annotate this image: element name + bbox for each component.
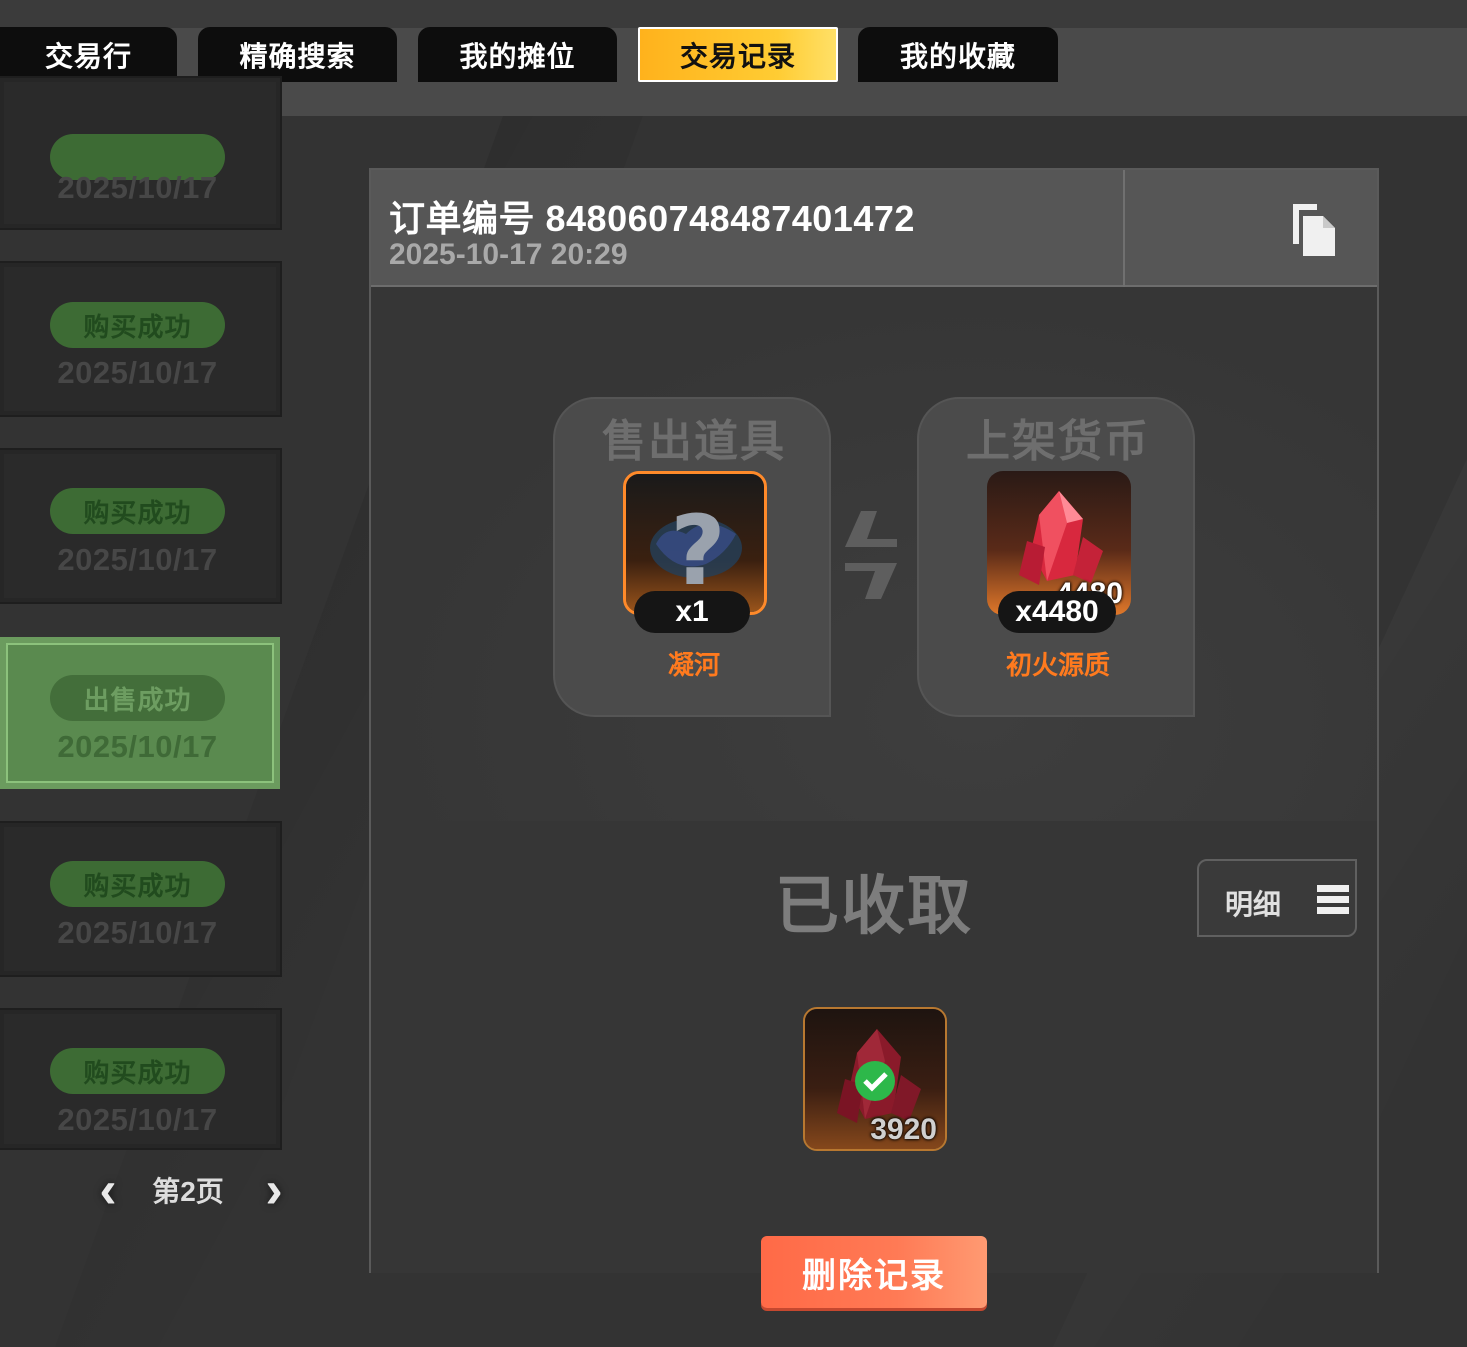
page-label: 第2页 xyxy=(152,1176,224,1207)
listed-currency-name: 初火源质 xyxy=(1005,650,1110,680)
sold-item-quantity: x1 xyxy=(634,591,750,633)
record-date: 2025/10/17 xyxy=(57,355,218,390)
order-number: 订单编号 848060748487401472 xyxy=(389,198,915,239)
order-header: 订单编号 848060748487401472 2025-10-17 20:29 xyxy=(371,170,1377,287)
details-label: 明细 xyxy=(1225,889,1282,920)
chevron-left-icon[interactable]: ‹ xyxy=(86,1148,130,1232)
status-badge: 购买成功 xyxy=(50,1048,225,1094)
details-button[interactable]: 明细 xyxy=(1197,859,1357,937)
tab-auction-house[interactable]: 交易行 xyxy=(0,27,177,82)
tab-my-favorites[interactable]: 我的收藏 xyxy=(858,27,1058,82)
status-badge: 购买成功 xyxy=(50,302,225,348)
record-date: 2025/10/17 xyxy=(57,542,218,577)
sold-item-name: 凝河 xyxy=(667,650,720,680)
collection-area: 已收取 明细 3920 xyxy=(371,821,1377,1273)
order-time: 2025-10-17 20:29 xyxy=(389,238,628,271)
list-menu-icon xyxy=(1317,883,1349,915)
sold-item-title: 售出道具 xyxy=(602,417,786,466)
status-badge: 购买成功 xyxy=(50,861,225,907)
header-divider xyxy=(1123,170,1125,287)
record-item[interactable]: 购买成功 2025/10/17 xyxy=(0,450,280,602)
record-item[interactable]: 购买成功 2025/10/17 xyxy=(0,1010,280,1148)
record-date: 2025/10/17 xyxy=(57,170,218,205)
chevron-right-icon[interactable]: › xyxy=(252,1148,296,1232)
listed-currency-quantity: x4480 xyxy=(998,591,1116,633)
record-date: 2025/10/17 xyxy=(57,915,218,950)
record-date: 2025/10/17 xyxy=(57,1102,218,1137)
record-item[interactable]: 2025/10/17 xyxy=(0,78,280,228)
delete-record-button[interactable]: 删除记录 xyxy=(761,1236,987,1308)
copy-icon[interactable] xyxy=(1289,200,1341,260)
swap-arrows-icon xyxy=(837,505,905,615)
order-detail-panel: 订单编号 848060748487401472 2025-10-17 20:29… xyxy=(369,168,1379,1273)
listed-currency-card: 上架货币 4480 初火源质 xyxy=(917,397,1195,717)
sold-item-card: 售出道具 ? 凝河 xyxy=(553,397,831,717)
tab-precise-search[interactable]: 精确搜索 xyxy=(198,27,397,82)
tab-trade-records[interactable]: 交易记录 xyxy=(638,27,838,82)
record-date: 2025/10/17 xyxy=(57,729,218,764)
status-badge: 购买成功 xyxy=(50,488,225,534)
reward-count: 3920 xyxy=(870,1113,937,1146)
tab-my-stall[interactable]: 我的摊位 xyxy=(418,27,617,82)
record-item[interactable]: 购买成功 2025/10/17 xyxy=(0,263,280,415)
trade-area: 售出道具 ? 凝河 x1 上架货币 初火源质 x4480 xyxy=(371,287,1377,821)
status-badge: 出售成功 xyxy=(50,675,225,721)
record-item[interactable]: 购买成功 2025/10/17 xyxy=(0,823,280,975)
pagination: ‹ 第2页 › xyxy=(86,1148,296,1232)
collected-reward-icon[interactable]: 3920 xyxy=(803,1007,947,1151)
listed-currency-title: 上架货币 xyxy=(966,417,1150,466)
record-item-selected[interactable]: 出售成功 2025/10/17 xyxy=(0,637,280,789)
